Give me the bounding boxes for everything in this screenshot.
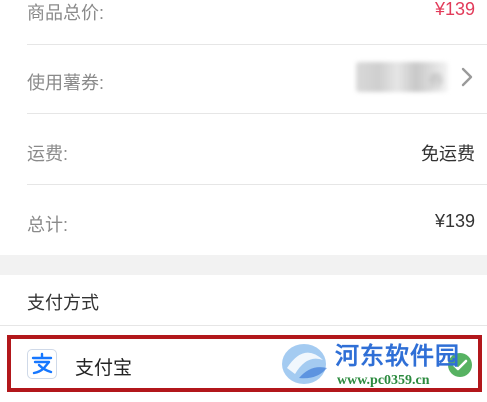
chevron-right-icon[interactable] [460, 66, 474, 88]
total-row: 总计: ¥139 [0, 185, 487, 255]
alipay-icon [27, 349, 57, 379]
watermark-logo-icon [282, 344, 327, 384]
shipping-row: 运费: 免运费 [0, 114, 487, 184]
section-gap [0, 255, 487, 275]
divider [0, 325, 487, 326]
goods-total-value: ¥139 [434, 0, 475, 19]
coupon-label: 使用薯券: [27, 73, 105, 93]
goods-total-label: 商品总价: [27, 3, 105, 23]
site-watermark: 河东软件园 www.pc0359.cn [277, 330, 487, 402]
total-label: 总计: [27, 215, 69, 235]
alipay-label: 支付宝 [75, 358, 133, 379]
watermark-url: www.pc0359.cn [337, 373, 430, 388]
payment-section-title: 支付方式 [27, 293, 99, 313]
shipping-label: 运费: [27, 144, 69, 164]
watermark-brand: 河东软件园 [335, 343, 460, 370]
total-value: ¥139 [434, 211, 475, 231]
goods-total-row: 商品总价: ¥139 [0, 0, 487, 44]
coupon-value: 券 [427, 73, 444, 90]
coupon-value-blurred: 券 [356, 62, 448, 92]
shipping-value: 免运费 [421, 144, 475, 164]
